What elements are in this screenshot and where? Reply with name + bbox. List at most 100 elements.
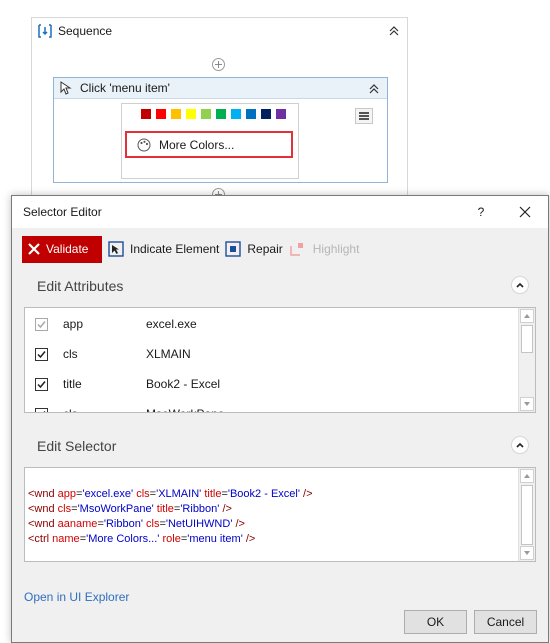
collapse-attributes-button[interactable] <box>511 276 529 294</box>
edit-selector-title: Edit Selector <box>37 438 117 454</box>
edit-attributes-title: Edit Attributes <box>37 278 124 294</box>
attribute-name: title <box>63 377 82 391</box>
attribute-value[interactable]: Book2 - Excel <box>146 377 220 391</box>
attribute-checkbox[interactable] <box>35 408 48 412</box>
chevron-up-icon <box>516 282 524 288</box>
scrollbar-thumb[interactable] <box>521 325 533 353</box>
attribute-checkbox[interactable] <box>35 378 48 391</box>
color-swatch <box>276 109 286 119</box>
dialog-title: Selector Editor <box>23 205 102 219</box>
color-swatch <box>141 109 151 119</box>
open-ui-explorer-link[interactable]: Open in UI Explorer <box>24 590 129 604</box>
close-icon <box>28 243 40 255</box>
scrollbar-thumb[interactable] <box>521 485 533 545</box>
color-swatch <box>156 109 166 119</box>
selector-line: <wnd cls='MsoWorkPane' title='Ribbon' /> <box>28 503 232 515</box>
chevron-up-icon[interactable] <box>387 24 401 38</box>
selector-token: 'Ribbon' <box>180 503 220 515</box>
checkmark-icon <box>37 381 46 389</box>
selector-token: cls <box>136 488 150 500</box>
selector-line: <wnd aaname='Ribbon' cls='NetUIHWND' /> <box>28 518 245 530</box>
selector-token: 'menu item' <box>187 533 243 545</box>
sequence-icon <box>38 24 52 38</box>
more-colors-label: More Colors... <box>159 137 235 152</box>
validate-button[interactable]: Validate <box>22 235 102 263</box>
scroll-down-arrow[interactable] <box>520 397 534 411</box>
title-bar: Selector Editor ? <box>12 196 548 228</box>
collapse-selector-button[interactable] <box>511 436 529 454</box>
scroll-down-arrow[interactable] <box>520 546 534 560</box>
attribute-name: app <box>63 317 84 331</box>
vertical-scrollbar[interactable] <box>518 468 535 561</box>
attribute-row[interactable]: title Book2 - Excel <box>25 370 515 398</box>
highlight-button[interactable]: Highlight <box>289 241 360 257</box>
sequence-title: Sequence <box>58 24 113 38</box>
indicate-element-label: Indicate Element <box>130 242 220 256</box>
selector-token: app <box>57 488 77 500</box>
repair-icon <box>225 241 242 257</box>
selector-line: <wnd app='excel.exe' cls='XLMAIN' title=… <box>28 488 313 500</box>
scroll-up-arrow[interactable] <box>520 469 534 483</box>
repair-button[interactable]: Repair <box>225 241 283 257</box>
color-swatch <box>216 109 226 119</box>
attribute-row[interactable]: app excel.exe <box>25 310 515 338</box>
color-swatch <box>201 109 211 119</box>
attribute-row[interactable]: cls MsoWorkPane <box>25 400 515 412</box>
cancel-button[interactable]: Cancel <box>474 610 537 634</box>
chevron-up-icon[interactable] <box>367 82 381 96</box>
selector-token: 'XLMAIN' <box>156 488 202 500</box>
add-activity-icon[interactable] <box>212 58 225 71</box>
selector-token: 'NetUIHWND' <box>165 518 233 530</box>
attribute-name: cls <box>63 407 78 412</box>
selector-text-area[interactable]: <ctrl name='More Colors...' role='menu i… <box>24 467 536 562</box>
color-swatch <box>246 109 256 119</box>
highlight-label: Highlight <box>312 242 360 256</box>
toolbar: Validate Indicate Element Repair Highlig… <box>22 235 360 263</box>
selector-token: /> <box>242 533 256 545</box>
click-activity[interactable]: Click 'menu item' More Colors... <box>53 77 388 183</box>
attribute-row[interactable]: cls XLMAIN <box>25 340 515 368</box>
cursor-icon <box>60 81 72 95</box>
selector-line: <ctrl name='More Colors...' role='menu i… <box>28 533 255 545</box>
selector-token: cls <box>57 503 72 515</box>
highlight-icon <box>290 243 303 256</box>
selector-token: <wnd <box>28 503 58 515</box>
vertical-scrollbar[interactable] <box>518 308 535 412</box>
click-activity-title: Click 'menu item' <box>80 81 170 95</box>
indicate-element-button[interactable]: Indicate Element <box>108 241 219 257</box>
selector-token: title <box>204 488 222 500</box>
attribute-value[interactable]: XLMAIN <box>146 347 191 361</box>
selector-token: cls <box>146 518 160 530</box>
selector-token: 'Book2 - Excel' <box>227 488 300 500</box>
chevron-up-icon <box>516 442 524 448</box>
selector-token: 'excel.exe' <box>82 488 134 500</box>
palette-icon <box>137 138 151 151</box>
color-swatch <box>231 109 241 119</box>
indicate-icon <box>108 241 124 257</box>
screenshot-highlight: More Colors... <box>125 131 293 158</box>
selector-token: 'Ribbon' <box>103 518 143 530</box>
attribute-value[interactable]: excel.exe <box>146 317 197 331</box>
attribute-checkbox[interactable] <box>35 318 48 331</box>
color-swatch <box>186 109 196 119</box>
scroll-up-arrow[interactable] <box>520 309 534 323</box>
selector-token: aaname <box>57 518 98 530</box>
checkmark-icon <box>37 321 46 329</box>
attribute-checkbox[interactable] <box>35 348 48 361</box>
help-button[interactable]: ? <box>470 200 492 224</box>
color-swatch <box>171 109 181 119</box>
checkmark-icon <box>43 411 46 412</box>
attribute-value[interactable]: MsoWorkPane <box>146 407 224 412</box>
checkmark-icon <box>37 351 46 359</box>
selector-token: <wnd <box>28 488 58 500</box>
attribute-name: cls <box>63 347 78 361</box>
menu-icon[interactable] <box>355 108 373 124</box>
selector-token: title <box>156 503 174 515</box>
selector-token: role <box>162 533 181 545</box>
element-screenshot: More Colors... <box>121 103 299 179</box>
selector-token: name <box>52 533 80 545</box>
selector-token: <wnd <box>28 518 58 530</box>
selector-token: 'More Colors...' <box>86 533 160 545</box>
close-icon[interactable] <box>512 200 538 224</box>
ok-button[interactable]: OK <box>404 610 467 634</box>
